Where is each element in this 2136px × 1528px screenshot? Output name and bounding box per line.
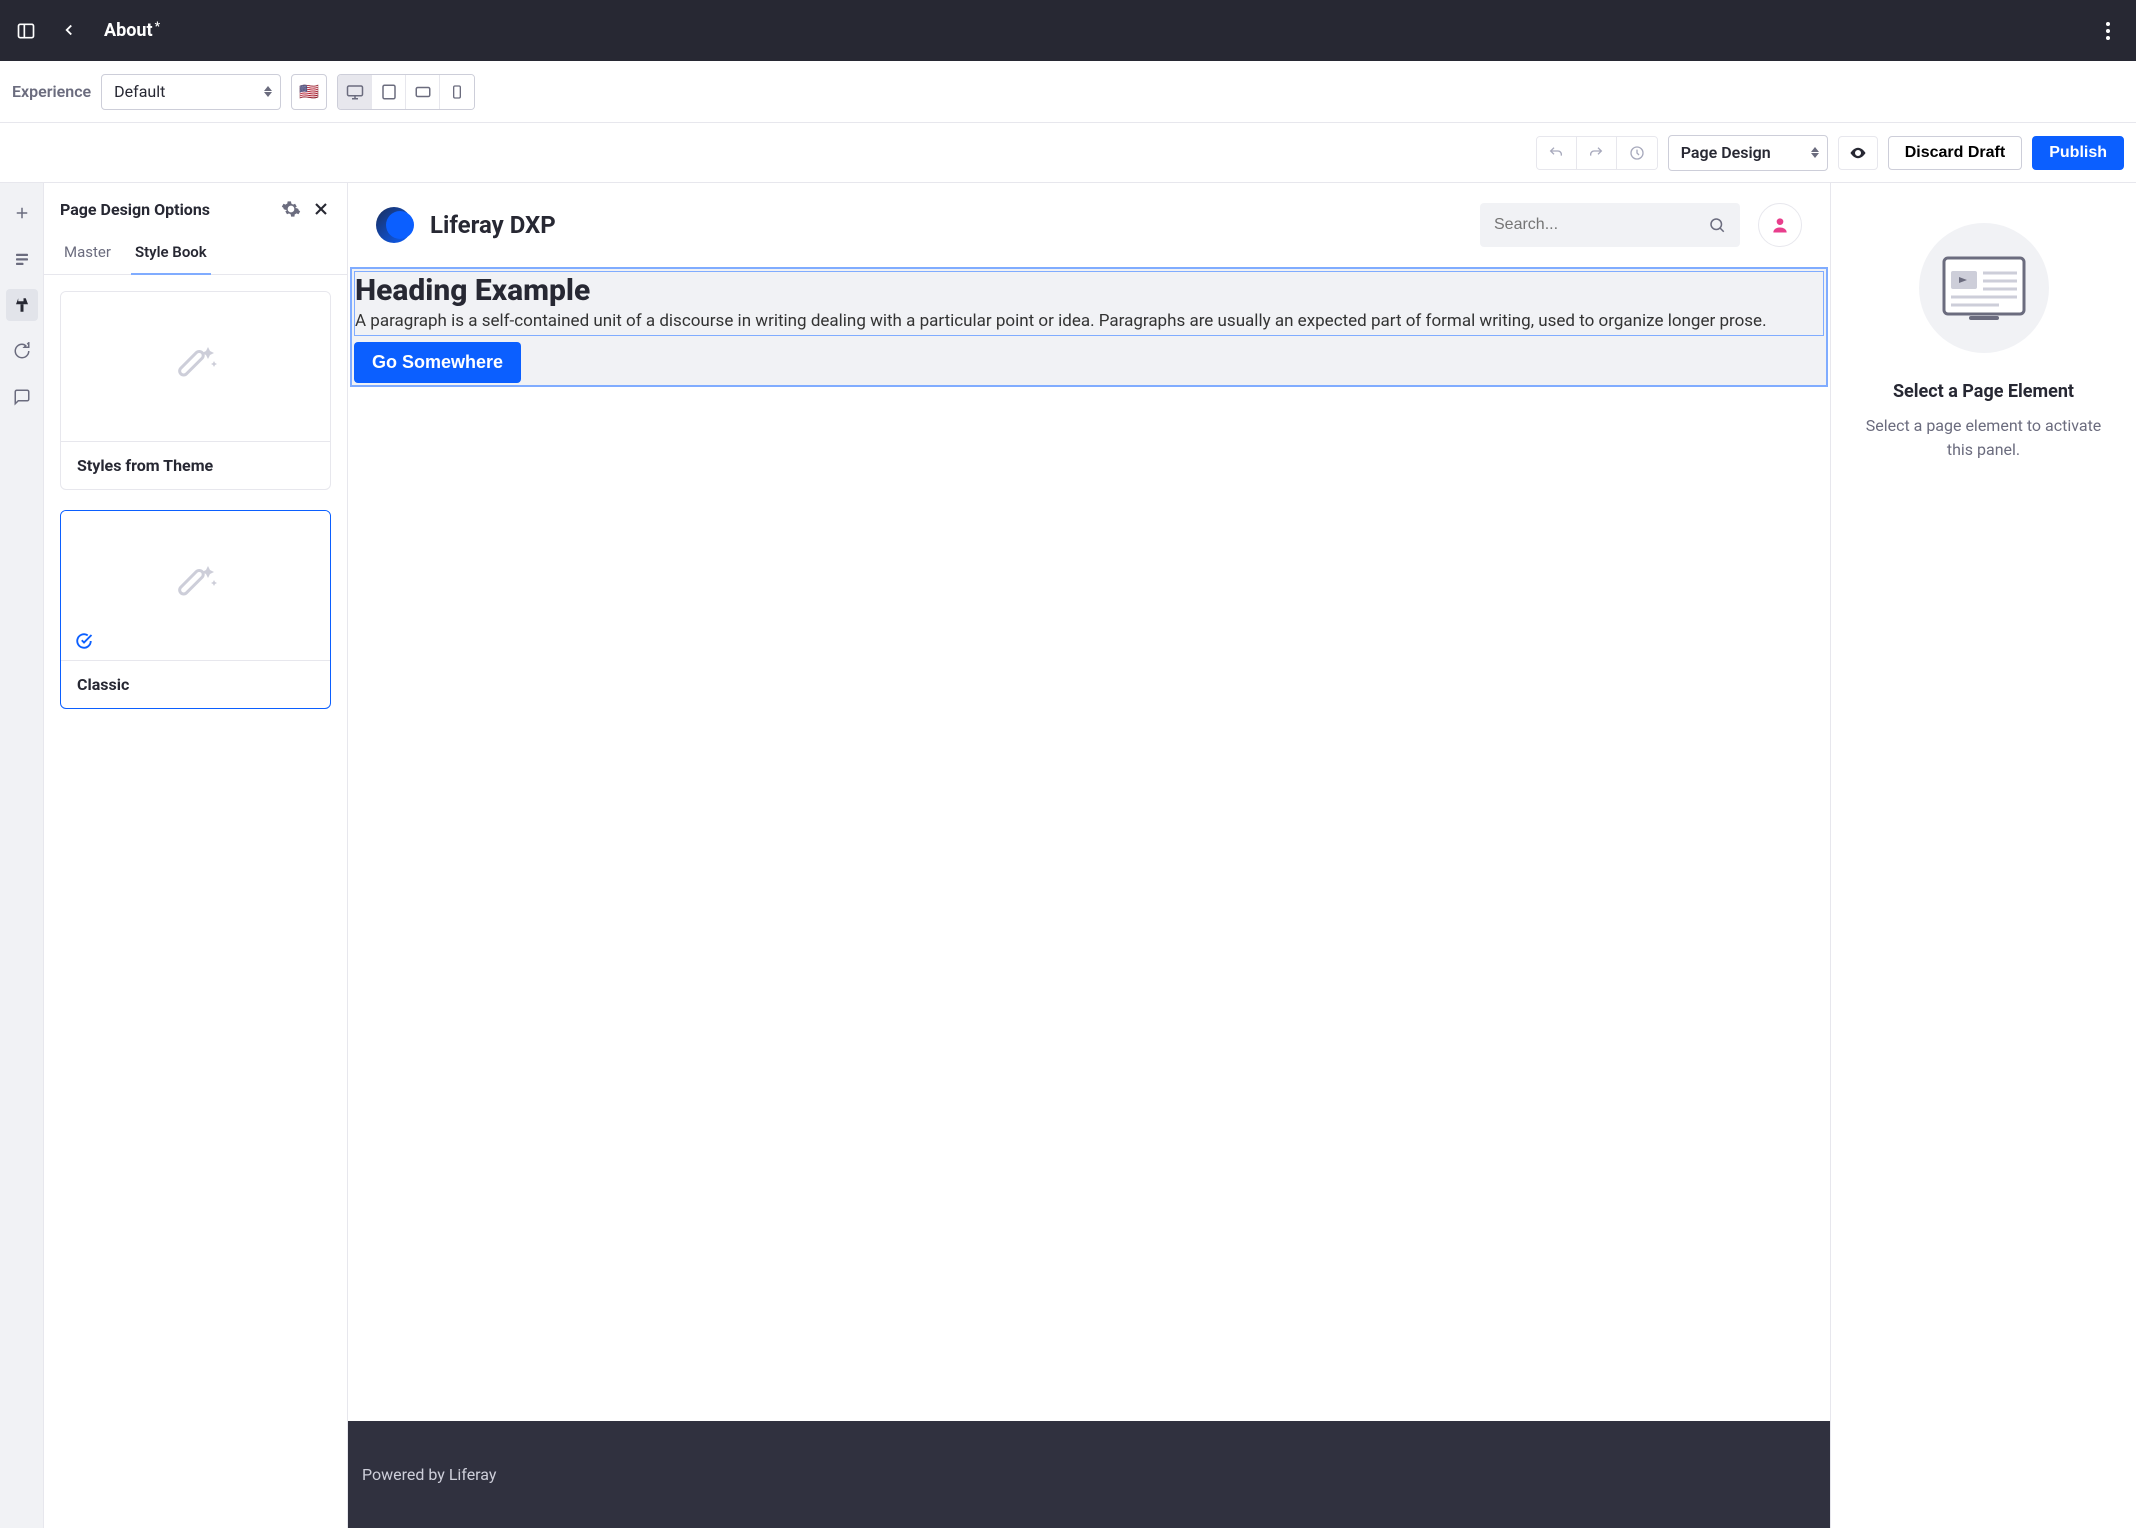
- side-panel-tabs: Master Style Book: [44, 235, 347, 275]
- search-icon: [1708, 216, 1726, 234]
- mode-select[interactable]: Page Design: [1668, 135, 1828, 171]
- site-logo: [376, 207, 412, 243]
- rail-browser-button[interactable]: [6, 243, 38, 275]
- redo-button[interactable]: [1577, 137, 1617, 169]
- tab-stylebook[interactable]: Style Book: [131, 235, 211, 275]
- card-thumbnail: [61, 292, 330, 442]
- cta-button[interactable]: Go Somewhere: [354, 342, 521, 383]
- user-icon: [1770, 215, 1790, 235]
- back-icon[interactable]: [60, 21, 80, 41]
- experience-bar: Experience Default 🇺🇸: [0, 61, 2136, 123]
- side-panel-header: Page Design Options: [44, 183, 347, 235]
- device-preview-group: [337, 74, 475, 110]
- site-search[interactable]: [1480, 203, 1740, 247]
- preview-button[interactable]: [1838, 136, 1878, 170]
- side-panel-title: Page Design Options: [60, 200, 271, 219]
- side-panel: Page Design Options Master Style Book: [44, 183, 348, 1528]
- tab-master[interactable]: Master: [60, 235, 115, 274]
- site-header: Liferay DXP: [348, 183, 1830, 267]
- main-layout: Page Design Options Master Style Book: [0, 183, 2136, 1528]
- right-panel-title: Select a Page Element: [1893, 381, 2074, 402]
- chevron-updown-icon: [264, 86, 272, 97]
- wand-icon: [164, 335, 228, 399]
- card-label: Classic: [61, 661, 330, 708]
- rail-comments-button[interactable]: [6, 381, 38, 413]
- card-label: Styles from Theme: [61, 442, 330, 489]
- wand-icon: [164, 554, 228, 618]
- rail-add-button[interactable]: [6, 197, 38, 229]
- card-styles-from-theme[interactable]: Styles from Theme: [60, 291, 331, 490]
- site-footer: Powered by Liferay: [348, 1421, 1830, 1528]
- canvas-inner: Liferay DXP Heading Example A paragraph …: [348, 183, 1830, 1528]
- card-classic[interactable]: Classic: [60, 510, 331, 709]
- device-tablet-button[interactable]: [372, 75, 406, 109]
- close-icon[interactable]: [311, 199, 331, 219]
- user-avatar[interactable]: [1758, 203, 1802, 247]
- gear-icon[interactable]: [281, 199, 301, 219]
- card-thumbnail: [61, 511, 330, 661]
- mode-value: Page Design: [1681, 143, 1771, 162]
- locale-button[interactable]: 🇺🇸: [291, 74, 327, 110]
- experience-value: Default: [114, 82, 165, 101]
- device-mobile-button[interactable]: [440, 75, 474, 109]
- right-panel: Select a Page Element Select a page elem…: [1830, 183, 2136, 1528]
- browser-icon: [1939, 253, 2029, 323]
- toolbar-bar: Page Design Discard Draft Publish: [0, 123, 2136, 183]
- site-title: Liferay DXP: [430, 211, 556, 239]
- rail-mapping-button[interactable]: [6, 335, 38, 367]
- device-desktop-button[interactable]: [338, 75, 372, 109]
- sidebar-toggle-icon[interactable]: [16, 21, 36, 41]
- undo-button[interactable]: [1537, 137, 1577, 169]
- rail-design-button[interactable]: [6, 289, 38, 321]
- chevron-updown-icon: [1811, 147, 1819, 158]
- publish-button[interactable]: Publish: [2032, 136, 2124, 170]
- experience-label: Experience: [12, 82, 91, 101]
- selected-fragment[interactable]: Heading Example A paragraph is a self-co…: [350, 267, 1828, 387]
- canvas: Liferay DXP Heading Example A paragraph …: [348, 183, 1830, 1528]
- heading[interactable]: Heading Example: [355, 273, 1823, 310]
- device-landscape-button[interactable]: [406, 75, 440, 109]
- history-group: [1536, 136, 1658, 170]
- paragraph[interactable]: A paragraph is a self-contained unit of …: [355, 310, 1823, 334]
- page-title: About: [104, 20, 158, 41]
- history-button[interactable]: [1617, 137, 1657, 169]
- experience-select[interactable]: Default: [101, 74, 281, 110]
- search-input[interactable]: [1494, 216, 1708, 234]
- check-icon: [75, 632, 93, 650]
- more-menu-icon[interactable]: [2096, 19, 2120, 43]
- flag-icon: 🇺🇸: [299, 82, 319, 101]
- top-header: About: [0, 0, 2136, 61]
- placeholder-graphic: [1919, 223, 2049, 353]
- discard-draft-button[interactable]: Discard Draft: [1888, 136, 2022, 170]
- stylebook-cards: Styles from Theme Classic: [44, 275, 347, 725]
- footer-text: Powered by Liferay: [362, 1465, 496, 1484]
- left-rail: [0, 183, 44, 1528]
- right-panel-subtitle: Select a page element to activate this p…: [1855, 414, 2112, 462]
